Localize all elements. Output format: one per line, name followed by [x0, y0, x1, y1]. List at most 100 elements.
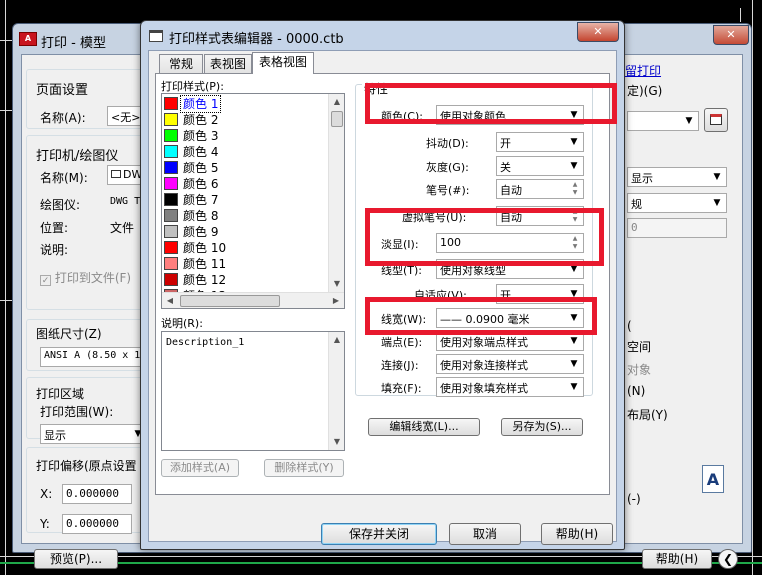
- save-as-button[interactable]: 另存为(S)...: [501, 418, 583, 436]
- quality-select[interactable]: 规 ▼: [627, 193, 727, 213]
- plot-style-item[interactable]: 颜色 12: [162, 272, 328, 288]
- pen-number-spinner[interactable]: ▲ ▼: [568, 181, 582, 198]
- editor-client: 常规 表视图 表格视图 打印样式(P): 颜色 1 颜色 2 颜色 3 颜色 4 颜色 …: [148, 50, 617, 545]
- grayscale-label: 灰度(G):: [426, 161, 469, 174]
- dither-label: 抖动(D):: [426, 137, 469, 150]
- option-checkbox-1[interactable]: (: [627, 319, 632, 333]
- plot-window-close-button[interactable]: ✕: [713, 25, 749, 45]
- color-swatch: [164, 193, 178, 206]
- color-swatch: [164, 113, 178, 126]
- paper-size-select[interactable]: ANSI A (8.50 x 1: [40, 347, 148, 367]
- color-swatch: [164, 97, 178, 110]
- dpi-input[interactable]: 0: [627, 218, 727, 238]
- plot-style-name: 颜色 5: [183, 161, 219, 175]
- plot-style-item[interactable]: 颜色 1: [162, 95, 328, 113]
- edit-table-icon: [710, 114, 722, 125]
- tab-form-view[interactable]: 表格视图: [252, 52, 314, 74]
- tab-table-view[interactable]: 表视图: [204, 54, 252, 73]
- styles-horizontal-scrollbar[interactable]: ◀ ▶: [162, 292, 344, 308]
- plot-style-item[interactable]: 颜色 6: [162, 176, 328, 192]
- print-to-file-checkbox[interactable]: ✓ 打印到文件(F): [40, 269, 131, 286]
- edit-plot-style-button[interactable]: [704, 108, 728, 132]
- save-and-close-button[interactable]: 保存并关闭: [321, 523, 437, 545]
- color-swatch: [164, 257, 178, 270]
- printer-name-label: 名称(M):: [40, 171, 88, 185]
- option-layout-label: 布局(Y): [627, 408, 668, 422]
- description-textarea[interactable]: Description_1 ▲ ▼: [161, 331, 345, 451]
- x-offset-input[interactable]: 0.000000: [62, 484, 132, 504]
- cad-line: [0, 300, 12, 301]
- cad-line: [5, 0, 6, 575]
- orientation-portrait-icon: A: [702, 465, 724, 493]
- link-label[interactable]: 留打印: [625, 62, 661, 79]
- plot-style-item[interactable]: 颜色 4: [162, 144, 328, 160]
- shade-display-select[interactable]: 显示 ▼: [627, 167, 727, 187]
- edit-lineweights-button[interactable]: 编辑线宽(L)...: [368, 418, 480, 436]
- scroll-right-icon[interactable]: ▶: [328, 293, 344, 308]
- plot-style-item[interactable]: 颜色 3: [162, 128, 328, 144]
- chevron-down-icon: ▼: [713, 198, 721, 208]
- plot-styles-list[interactable]: 颜色 1 颜色 2 颜色 3 颜色 4 颜色 5 颜色 6 颜色 7 颜色 8 颜色 9 颜色 1…: [161, 93, 345, 309]
- delete-style-button[interactable]: 删除样式(Y): [264, 459, 344, 477]
- plot-style-name: 颜色 12: [183, 273, 227, 287]
- join-style-label: 连接(J):: [381, 359, 419, 372]
- plot-style-item[interactable]: 颜色 10: [162, 240, 328, 256]
- preview-button[interactable]: 预览(P)...: [34, 549, 118, 569]
- end-style-label: 端点(E):: [381, 336, 423, 349]
- scroll-down-icon[interactable]: ▼: [329, 276, 344, 292]
- expand-collapse-button[interactable]: ❮: [718, 549, 738, 569]
- cancel-button[interactable]: 取消: [449, 523, 521, 545]
- chevron-down-icon: ▼: [713, 172, 721, 182]
- cad-line: [752, 0, 753, 575]
- tab-general[interactable]: 常规: [159, 54, 203, 73]
- dither-select[interactable]: 开 ▼: [496, 132, 584, 152]
- plot-offset-label: 打印偏移(原点设置: [36, 459, 137, 473]
- chevron-down-icon: ▼: [570, 137, 578, 147]
- editor-table-icon: [149, 30, 163, 42]
- plot-style-item[interactable]: 颜色 11: [162, 256, 328, 272]
- color-swatch: [164, 161, 178, 174]
- fill-style-select[interactable]: 使用对象填充样式 ▼: [436, 377, 584, 397]
- plot-range-select[interactable]: 显示 ▼: [40, 424, 148, 444]
- plot-style-name: 颜色 8: [183, 209, 219, 223]
- plot-help-button[interactable]: 帮助(H): [642, 549, 712, 569]
- plot-style-name: 颜色 4: [183, 145, 219, 159]
- option-minus-label: (-): [627, 492, 641, 506]
- pen-number-label: 笔号(#):: [426, 184, 470, 197]
- plot-style-table-editor: 打印样式表编辑器 - 0000.ctb ✕ 常规 表视图 表格视图 打印样式(P…: [140, 20, 625, 550]
- y-offset-input[interactable]: 0.000000: [62, 514, 132, 534]
- scroll-up-icon[interactable]: ▲: [329, 332, 344, 348]
- page-setup-label: 页面设置: [36, 83, 89, 98]
- x-offset-label: X:: [40, 487, 53, 501]
- scroll-h-thumb[interactable]: [180, 295, 280, 307]
- cad-line: [0, 110, 12, 111]
- plot-style-table-select[interactable]: ▼: [627, 111, 699, 131]
- plot-styles-rows: 颜色 1 颜色 2 颜色 3 颜色 4 颜色 5 颜色 6 颜色 7 颜色 8 颜色 9 颜色 1…: [162, 95, 328, 304]
- scroll-up-icon[interactable]: ▲: [329, 94, 344, 110]
- add-style-button[interactable]: 添加样式(A): [161, 459, 239, 477]
- description-label: 说明(R):: [161, 317, 203, 330]
- location-label: 位置:: [40, 221, 69, 235]
- pen-number-input[interactable]: 自动 ▲ ▼: [496, 179, 584, 199]
- fill-style-label: 填充(F):: [381, 382, 422, 395]
- scroll-left-icon[interactable]: ◀: [162, 293, 178, 308]
- cad-line: [740, 8, 741, 22]
- description-scrollbar[interactable]: ▲ ▼: [328, 332, 344, 450]
- plot-style-item[interactable]: 颜色 9: [162, 224, 328, 240]
- plot-style-item[interactable]: 颜色 8: [162, 208, 328, 224]
- editor-close-button[interactable]: ✕: [577, 22, 619, 42]
- highlight-virtual-pen-screening: [365, 208, 604, 266]
- plot-style-item[interactable]: 颜色 2: [162, 112, 328, 128]
- editor-help-button[interactable]: 帮助(H): [541, 523, 613, 545]
- styles-vertical-scrollbar[interactable]: ▲ ▼: [328, 94, 344, 292]
- plotter-label: 绘图仪:: [40, 198, 81, 212]
- scroll-thumb[interactable]: [331, 111, 343, 127]
- join-style-select[interactable]: 使用对象连接样式 ▼: [436, 354, 584, 374]
- plot-style-item[interactable]: 颜色 5: [162, 160, 328, 176]
- grayscale-select[interactable]: 关 ▼: [496, 156, 584, 176]
- color-swatch: [164, 273, 178, 286]
- scroll-down-icon[interactable]: ▼: [329, 434, 344, 450]
- plot-style-item[interactable]: 颜色 7: [162, 192, 328, 208]
- printer-label: 打印机/绘图仪: [36, 149, 119, 164]
- checkbox-icon: ✓: [40, 275, 51, 286]
